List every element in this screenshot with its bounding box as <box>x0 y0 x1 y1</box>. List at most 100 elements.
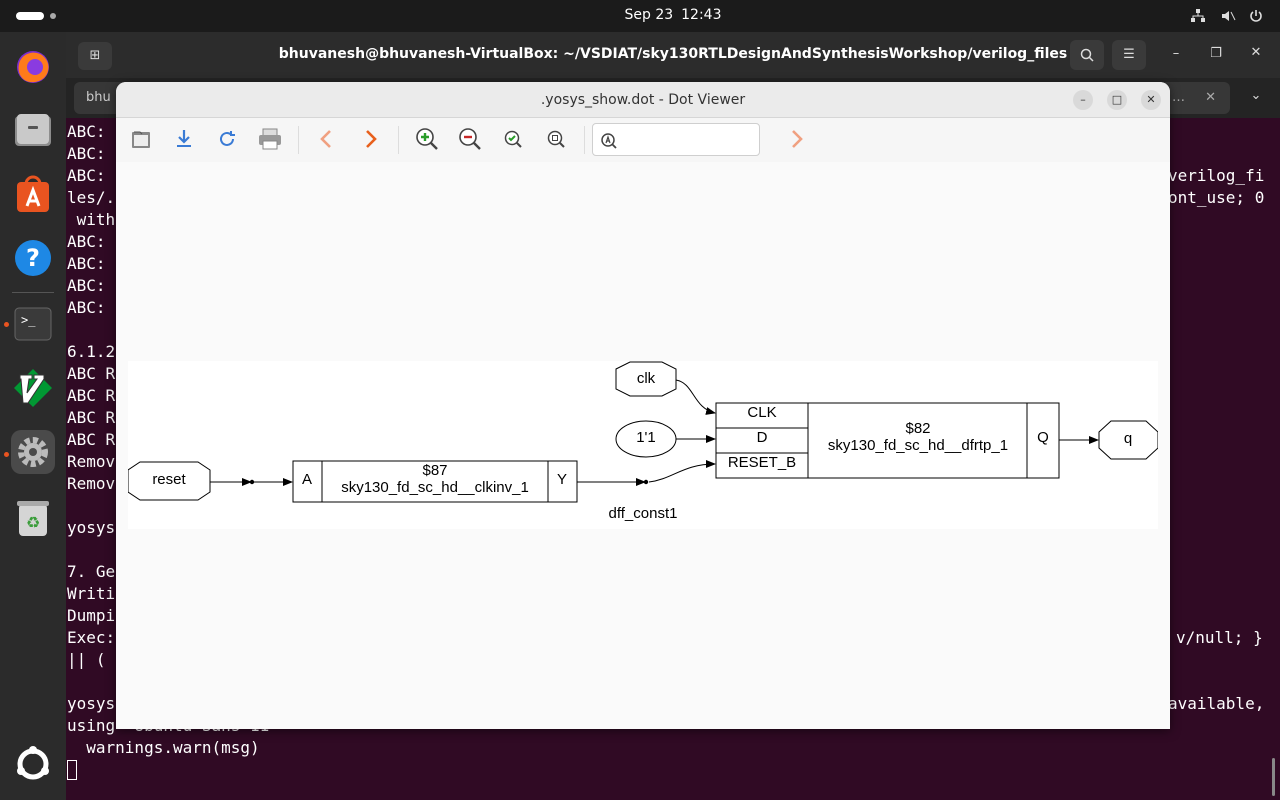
reset-port-node[interactable]: reset <box>127 461 211 501</box>
terminal-line: ABC R <box>67 364 116 383</box>
terminal-line: ABC: <box>67 276 106 295</box>
terminal-line: 7. Ge <box>67 562 116 581</box>
tab-list-icon[interactable]: ⌄ <box>1246 88 1266 103</box>
top-bar: Sep 23 12:43 <box>0 0 1280 32</box>
minimize-icon[interactable]: – <box>1166 46 1186 61</box>
terminal-line: ABC R <box>67 386 116 405</box>
trash-icon[interactable]: ♻ <box>11 496 55 540</box>
inv-cell-node[interactable]: A $87 sky130_fd_sc_hd__clkinv_1 Y <box>292 460 578 503</box>
dot-viewer-toolbar <box>116 118 1170 162</box>
terminal-icon[interactable]: >_ <box>11 302 55 346</box>
find-next-icon[interactable] <box>782 124 812 154</box>
reset-port-label: reset <box>152 471 186 488</box>
terminal-line: les/. <box>67 188 116 207</box>
edge <box>675 379 716 415</box>
volume-muted-icon[interactable] <box>1220 8 1236 24</box>
clk-port-label: clk <box>637 370 656 387</box>
inv-in-pin: A <box>302 471 312 488</box>
maximize-icon[interactable]: □ <box>1107 90 1127 110</box>
const-node[interactable]: 1'1 <box>615 420 677 458</box>
svg-text:>_: >_ <box>21 313 36 327</box>
zoom-out-icon[interactable] <box>455 124 485 154</box>
search-icon[interactable] <box>1070 40 1104 70</box>
terminal-line: Exec: <box>67 628 116 647</box>
inv-out-pin: Y <box>557 471 567 488</box>
open-icon[interactable] <box>126 124 156 154</box>
dot-viewer-window: .yosys_show.dot - Dot Viewer – □ ✕ reset… <box>116 82 1170 729</box>
print-icon[interactable] <box>255 124 285 154</box>
zoom-100-icon[interactable] <box>541 124 571 154</box>
wire-label: dff_const1 <box>609 505 678 522</box>
close-icon[interactable]: ✕ <box>1246 45 1266 60</box>
terminal-line: yosys <box>67 518 116 537</box>
dff-out-pin: Q <box>1037 429 1049 446</box>
zoom-fit-icon[interactable] <box>498 124 528 154</box>
terminal-line: Remov <box>67 452 116 471</box>
dot-viewer-title: .yosys_show.dot - Dot Viewer <box>540 92 746 108</box>
graph-canvas[interactable]: reset A $87 sky130_fd_sc_hd__clkinv_1 Y … <box>127 361 1159 529</box>
terminal-line-right: verilog_fi <box>1168 166 1265 185</box>
show-apps-icon[interactable] <box>11 742 55 786</box>
terminal-line: with <box>67 210 116 229</box>
inv-cell-id: $87 <box>422 462 447 479</box>
terminal-scrollbar[interactable] <box>1272 758 1275 796</box>
q-port-label: q <box>1124 430 1132 447</box>
back-icon[interactable] <box>311 124 341 154</box>
dff-cell-node[interactable]: CLK D RESET_B $82 sky130_fd_sc_hd__dfrtp… <box>715 402 1060 479</box>
terminal-line: yosys <box>67 694 116 713</box>
firefox-icon[interactable] <box>11 44 55 88</box>
dff-d-pin: D <box>757 429 768 446</box>
forward-icon[interactable] <box>356 124 386 154</box>
power-icon[interactable] <box>1248 8 1264 24</box>
terminal-line: Dumpi <box>67 606 116 625</box>
dot-viewer-titlebar: .yosys_show.dot - Dot Viewer – □ ✕ <box>116 82 1170 118</box>
dff-reset-pin: RESET_B <box>728 454 796 471</box>
menu-icon[interactable]: ☰ <box>1112 40 1146 70</box>
q-port-node[interactable]: q <box>1098 420 1159 460</box>
clock[interactable]: Sep 23 12:43 <box>0 7 1280 23</box>
inv-cell-type: sky130_fd_sc_hd__clkinv_1 <box>341 479 529 496</box>
terminal-line: 6.1.2 <box>67 342 116 361</box>
junction-dot <box>249 479 255 485</box>
svg-text:?: ? <box>26 244 40 272</box>
terminal-line: ABC: <box>67 254 106 273</box>
terminal-tab-2[interactable]: … ✕ <box>1160 82 1230 114</box>
terminal-line: Writi <box>67 584 116 603</box>
zoom-in-icon[interactable] <box>412 124 442 154</box>
terminal-line: || ( <box>67 650 106 669</box>
reload-icon[interactable] <box>212 124 242 154</box>
const-label: 1'1 <box>636 429 656 446</box>
clock-date: Sep 23 <box>624 7 674 23</box>
help-icon[interactable]: ? <box>11 236 55 280</box>
save-icon[interactable] <box>169 124 199 154</box>
network-icon[interactable] <box>1190 8 1206 24</box>
dff-cell-type: sky130_fd_sc_hd__dfrtp_1 <box>828 437 1008 454</box>
dff-clk-pin: CLK <box>747 404 776 421</box>
terminal-line: warnings.warn(msg) <box>67 738 260 757</box>
terminal-tab-label: bhu <box>86 90 111 105</box>
minimize-icon[interactable]: – <box>1073 90 1093 110</box>
settings-icon[interactable] <box>11 430 55 474</box>
terminal-line-right: ont_use; 0 <box>1168 188 1265 207</box>
files-icon[interactable] <box>11 108 55 152</box>
app-center-icon[interactable] <box>11 172 55 216</box>
terminal-line: ABC: <box>67 298 106 317</box>
terminal-line: ABC: <box>67 122 106 141</box>
dock: ? >_ ♻ <box>0 32 66 800</box>
tab-close-icon[interactable]: ✕ <box>1205 90 1216 105</box>
terminal-line: ABC: <box>67 166 106 185</box>
maximize-icon[interactable]: ❐ <box>1206 46 1226 61</box>
terminal-line: ABC R <box>67 430 116 449</box>
clock-time: 12:43 <box>681 7 722 23</box>
dff-cell-id: $82 <box>905 420 930 437</box>
terminal-line: ABC: <box>67 232 106 251</box>
junction-dot <box>643 479 649 485</box>
find-icon <box>600 132 618 150</box>
close-icon[interactable]: ✕ <box>1141 90 1161 110</box>
terminal-cursor <box>67 760 77 780</box>
terminal-line-right: available, <box>1168 694 1265 713</box>
terminal-line: Remov <box>67 474 116 493</box>
clk-port-node[interactable]: clk <box>615 361 677 397</box>
vim-icon[interactable] <box>11 366 55 410</box>
edge <box>648 460 716 483</box>
